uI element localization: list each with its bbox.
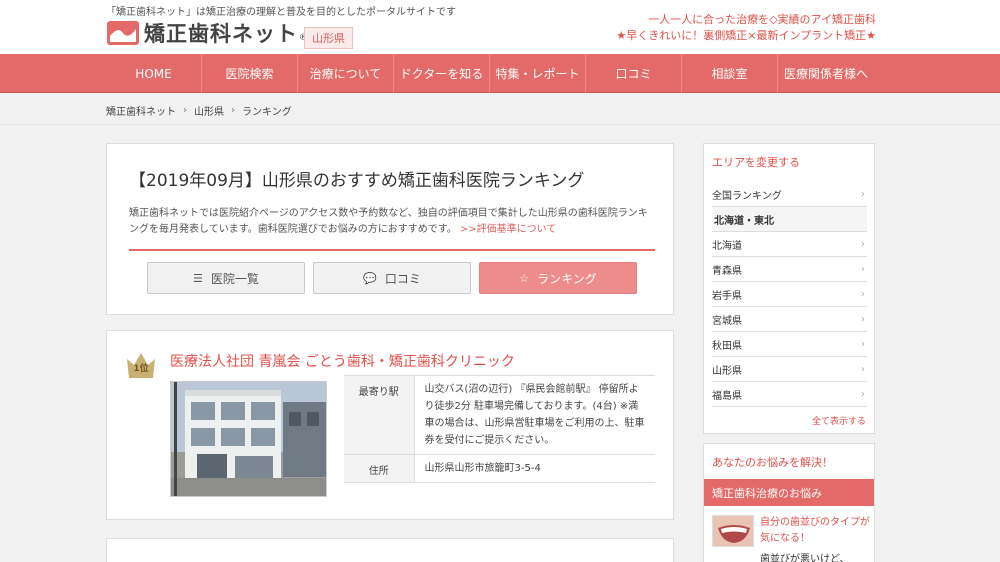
nav-consultation[interactable]: 相談室 — [682, 54, 778, 93]
title-divider — [129, 249, 655, 251]
criteria-link[interactable]: >>評価基準について — [460, 224, 556, 235]
chevron-right-icon: › — [861, 388, 865, 400]
list-icon: ☰ — [193, 271, 203, 285]
site-tagline: 「矯正歯科ネット」は矯正治療の理解と普及を目的としたポータルサイトです — [106, 7, 456, 18]
area-label: 宮城県 — [712, 315, 742, 327]
tab-label: 口コミ — [384, 271, 421, 286]
breadcrumb-current: ランキング — [242, 107, 292, 118]
area-heading: エリアを変更する — [712, 156, 800, 169]
breadcrumb-divider — [0, 124, 1000, 125]
worry-panel: あなたのお悩みを解決！ 矯正歯科治療のお悩み 自分の歯並びのタイプが気になる！ … — [703, 443, 875, 562]
table-row: 最寄り駅 山交バス(沼の辺行) 『県民会館前駅』 停留所より徒歩2分 駐車場完備… — [344, 375, 655, 455]
area-label: 北海道 — [712, 240, 742, 252]
chevron-right-icon: › — [861, 313, 865, 325]
area-group-hokkaido-tohoku: 北海道・東北 — [712, 207, 867, 232]
prefecture-badge: 山形県 — [304, 27, 353, 49]
nav-clinic-search[interactable]: 医院検索 — [202, 54, 298, 93]
address-label: 住所 — [344, 454, 415, 483]
worry-category-bar: 矯正歯科治療のお悩み — [704, 479, 874, 506]
logo-text: 矯正歯科ネット — [144, 22, 298, 46]
teeth-thumbnail[interactable] — [712, 515, 754, 547]
area-label: 青森県 — [712, 265, 742, 277]
table-row: 住所 山形県山形市旅籠町3-5-4 — [344, 454, 655, 483]
nav-doctors[interactable]: ドクターを知る — [394, 54, 490, 93]
worry-subtext: 歯並びが悪いけど、 — [760, 554, 850, 562]
logo-mark-icon — [107, 21, 139, 45]
nav-home[interactable]: HOME — [106, 54, 202, 93]
chevron-right-icon: › — [861, 238, 865, 250]
ranking-intro: 矯正歯科ネットでは医院紹介ページのアクセス数や予約数など、独自の評価項目で集計し… — [129, 206, 654, 238]
area-item-miyagi[interactable]: 宮城県 › — [712, 307, 867, 332]
chevron-right-icon: › — [861, 338, 865, 350]
tab-clinic-list[interactable]: ☰ 医院一覧 — [147, 262, 305, 294]
tab-label: ランキング — [537, 271, 597, 286]
area-list: 全国ランキング › 北海道・東北 北海道 › 青森県 › 岩手県 › 宮城県 › 秋田県 ›… — [712, 182, 867, 407]
area-item-iwate[interactable]: 岩手県 › — [712, 282, 867, 307]
star-icon: ☆ — [519, 271, 530, 285]
area-label: 秋田県 — [712, 340, 742, 352]
area-item-aomori[interactable]: 青森県 › — [712, 257, 867, 282]
area-group-label: 北海道・東北 — [714, 215, 774, 227]
tab-ranking[interactable]: ☆ ランキング — [479, 262, 637, 294]
station-label: 最寄り駅 — [344, 375, 415, 455]
intro-text: 矯正歯科ネットでは医院紹介ページのアクセス数や予約数など、独自の評価項目で集計し… — [129, 208, 648, 235]
area-label: 福島県 — [712, 390, 742, 402]
nav-medical-professionals[interactable]: 医療関係者様へ — [778, 54, 874, 93]
area-item-national[interactable]: 全国ランキング › — [712, 182, 867, 207]
area-item-yamagata[interactable]: 山形県 › — [712, 357, 867, 382]
promo-links: 一人一人に合った治療を◇実績のアイ矯正歯科 ★早くきれいに！裏側矯正×最新インプ… — [616, 12, 876, 44]
clinic-info-table: 最寄り駅 山交バス(沼の辺行) 『県民会館前駅』 停留所より徒歩2分 駐車場完備… — [344, 375, 655, 483]
chevron-right-icon: › — [861, 288, 865, 300]
promo-link-1[interactable]: 一人一人に合った治療を◇実績のアイ矯正歯科 — [616, 12, 876, 28]
area-item-akita[interactable]: 秋田県 › — [712, 332, 867, 357]
tab-reviews[interactable]: 💬 口コミ — [313, 262, 471, 294]
breadcrumb-prefecture[interactable]: 山形県 — [194, 103, 224, 118]
worry-heading: あなたのお悩みを解決！ — [712, 456, 833, 469]
chevron-right-icon: › — [861, 263, 865, 275]
address-value: 山形県山形市旅籠町3-5-4 — [414, 454, 655, 483]
site-logo[interactable]: 矯正歯科ネット ® — [106, 18, 308, 48]
page-title: 【2019年09月】山形県のおすすめ矯正歯科医院ランキング — [129, 171, 585, 191]
station-value: 山交バス(沼の辺行) 『県民会館前駅』 停留所より徒歩2分 駐車場完備しておりま… — [414, 375, 655, 455]
nav-features[interactable]: 特集・レポート — [490, 54, 586, 93]
area-selector: エリアを変更する 全国ランキング › 北海道・東北 北海道 › 青森県 › 岩手県 › … — [703, 143, 875, 434]
area-item-fukushima[interactable]: 福島県 › — [712, 382, 867, 407]
tab-label: 医院一覧 — [210, 271, 259, 286]
show-all-link[interactable]: 全て表示する — [812, 414, 866, 427]
ranking-item-1: 1位 医療法人社団 青嵐会 ごとう歯科・矯正歯科クリニック 最寄り駅 山交バス(… — [106, 330, 674, 520]
clinic-photo[interactable] — [170, 381, 327, 497]
clinic-building-image — [171, 382, 326, 496]
breadcrumb-separator: › — [183, 105, 187, 116]
rank-label: 1位 — [133, 364, 149, 374]
view-tabs: ☰ 医院一覧 💬 口コミ ☆ ランキング — [147, 262, 637, 294]
nav-treatment[interactable]: 治療について — [298, 54, 394, 93]
clinic-name-link[interactable]: 医療法人社団 青嵐会 ごとう歯科・矯正歯科クリニック — [170, 351, 515, 371]
chevron-right-icon: › — [861, 188, 865, 200]
breadcrumb-separator: › — [231, 105, 235, 116]
area-label: 山形県 — [712, 365, 742, 377]
breadcrumb: 矯正歯科ネット › 山形県 › ランキング — [106, 103, 292, 118]
smile-image — [713, 516, 753, 546]
site-header: 「矯正歯科ネット」は矯正治療の理解と普及を目的としたポータルサイトです 矯正歯科… — [0, 0, 1000, 54]
speech-bubble-icon: 💬 — [363, 271, 377, 285]
main-nav: HOME 医院検索 治療について ドクターを知る 特集・レポート 口コミ 相談室… — [0, 54, 1000, 93]
worry-link[interactable]: 自分の歯並びのタイプが気になる！ — [760, 515, 870, 547]
nav-reviews[interactable]: 口コミ — [586, 54, 682, 93]
chevron-right-icon: › — [861, 363, 865, 375]
area-label: 岩手県 — [712, 290, 742, 302]
area-label: 全国ランキング — [712, 190, 782, 202]
ranking-title-panel: 【2019年09月】山形県のおすすめ矯正歯科医院ランキング 矯正歯科ネットでは医… — [106, 143, 674, 315]
breadcrumb-home[interactable]: 矯正歯科ネット — [106, 103, 176, 118]
promo-link-2[interactable]: ★早くきれいに！裏側矯正×最新インプラント矯正★ — [616, 28, 876, 44]
ranking-item-2 — [106, 538, 674, 562]
area-item-hokkaido[interactable]: 北海道 › — [712, 232, 867, 257]
